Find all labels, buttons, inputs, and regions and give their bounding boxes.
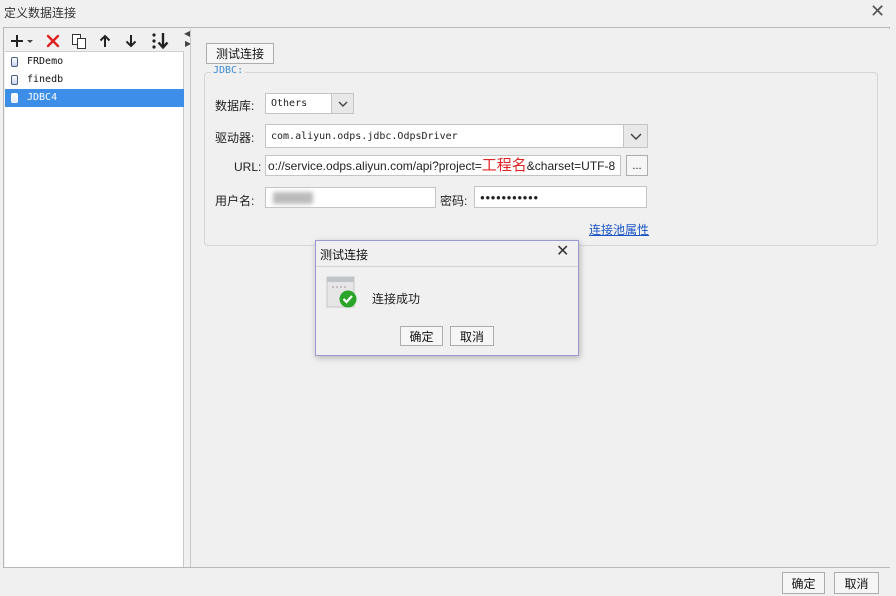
sort-button[interactable] (147, 31, 173, 50)
dialog-close-button[interactable]: ✕ (556, 242, 569, 262)
connection-item-jdbc4[interactable]: JDBC4 (5, 89, 184, 107)
password-label: 密码: (440, 194, 468, 208)
url-project-annotation: 工程名 (481, 157, 527, 174)
connection-item-frdemo[interactable]: FRDemo (5, 53, 184, 71)
delete-icon (46, 34, 60, 48)
connection-toolbar (5, 29, 184, 52)
move-up-button[interactable] (95, 31, 115, 50)
plus-icon (10, 34, 34, 48)
url-input[interactable]: o://service.odps.aliyun.com/api?project=… (265, 155, 621, 176)
move-down-button[interactable] (121, 31, 141, 50)
url-label: URL: (234, 160, 262, 174)
add-connection-button[interactable] (9, 31, 35, 50)
redacted-username (273, 191, 313, 204)
database-icon (11, 93, 18, 103)
window-title: 定义数据连接 (4, 6, 77, 20)
connection-pool-link[interactable]: 连接池属性 (589, 221, 649, 238)
dialog-title: 测试连接 (320, 248, 369, 262)
ok-button[interactable]: 确定 (782, 572, 825, 594)
test-connection-dialog: 测试连接 ✕ 连接成功 确定 取消 (315, 240, 579, 356)
jdbc-group-label: JDBC: (211, 65, 246, 76)
connection-list-panel: FRDemo finedb JDBC4 (5, 29, 184, 567)
connection-item-label: FRDemo (27, 56, 64, 67)
arrow-up-icon (99, 34, 111, 48)
database-icon (11, 57, 18, 67)
dialog-message: 连接成功 (372, 292, 421, 306)
cancel-button[interactable]: 取消 (834, 572, 879, 594)
database-select[interactable]: Others (265, 93, 354, 114)
chevron-down-icon[interactable] (623, 125, 647, 147)
copy-icon (71, 33, 87, 49)
delete-connection-button[interactable] (43, 31, 63, 50)
chevron-down-icon[interactable] (331, 94, 353, 113)
url-browse-button[interactable]: ... (626, 155, 648, 176)
driver-select[interactable]: com.aliyun.odps.jdbc.OdpsDriver (265, 124, 648, 148)
password-input[interactable]: ●●●●●●●●●●● (474, 186, 647, 208)
test-connection-button[interactable]: 测试连接 (206, 43, 274, 64)
driver-select-value: com.aliyun.odps.jdbc.OdpsDriver (271, 130, 458, 142)
url-prefix-text: o://service.odps.aliyun.com/api?project= (268, 158, 482, 173)
url-suffix-text: &charset=UTF-8 (526, 158, 616, 173)
connection-item-label: JDBC4 (27, 92, 58, 103)
arrow-down-icon (125, 34, 137, 48)
password-value: ●●●●●●●●●●● (480, 192, 539, 202)
dialog-ok-button[interactable]: 确定 (400, 326, 443, 346)
connection-item-finedb[interactable]: finedb (5, 71, 184, 89)
connection-item-label: finedb (27, 74, 64, 85)
dialog-cancel-button[interactable]: 取消 (450, 326, 494, 346)
connection-tree: FRDemo finedb JDBC4 (5, 53, 184, 107)
driver-label: 驱动器: (215, 131, 255, 145)
sort-icon (150, 32, 170, 50)
dialog-title-divider (316, 266, 578, 267)
username-input[interactable] (265, 187, 436, 208)
window-close-button[interactable]: ✕ (870, 0, 885, 22)
database-label: 数据库: (215, 99, 255, 113)
window-title-bar: 定义数据连接 ✕ (0, 0, 896, 24)
copy-connection-button[interactable] (69, 31, 89, 50)
database-select-value: Others (271, 98, 308, 109)
success-icon (326, 276, 360, 313)
username-label: 用户名: (215, 194, 255, 208)
database-icon (11, 75, 18, 85)
